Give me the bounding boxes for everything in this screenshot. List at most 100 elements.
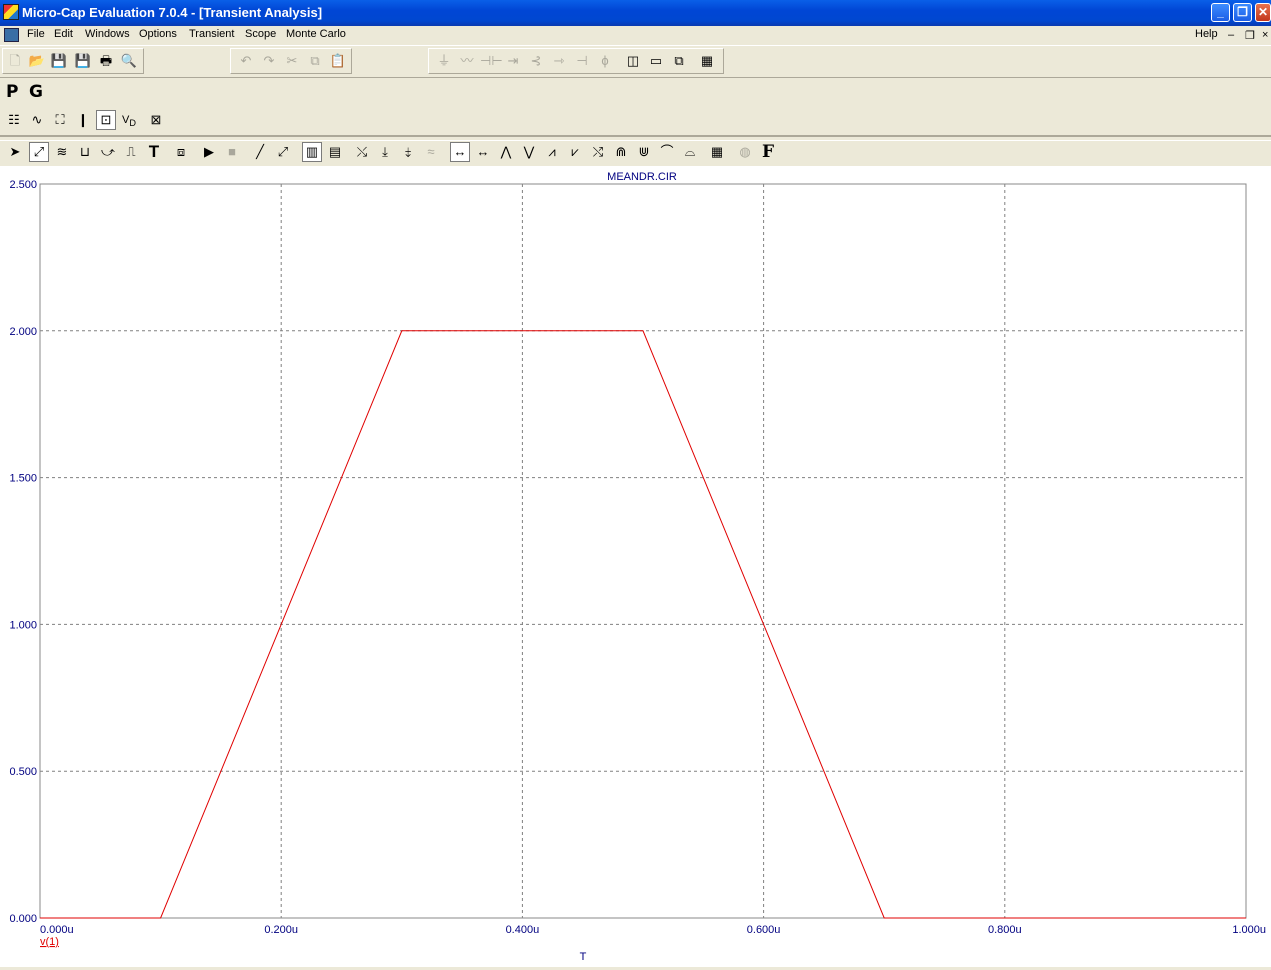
- run-icon[interactable]: ▶: [199, 142, 219, 162]
- paste-icon[interactable]: 📋: [328, 51, 348, 71]
- window-title: Micro-Cap Evaluation 7.0.4 - [Transient …: [22, 5, 323, 20]
- menu-edit[interactable]: Edit: [54, 28, 73, 40]
- grid-horizontal-icon[interactable]: ▤: [325, 142, 345, 162]
- plot-frame: [39, 183, 1247, 919]
- mdi-close-icon[interactable]: ×: [1262, 29, 1268, 41]
- menu-transient[interactable]: Transient: [189, 28, 234, 40]
- calculator-icon[interactable]: ▦: [697, 51, 717, 71]
- menu-scope[interactable]: Scope: [245, 28, 276, 40]
- capacitor-icon[interactable]: ⊣⊢: [480, 51, 503, 71]
- line-tool-icon[interactable]: ╱: [250, 142, 270, 162]
- cut-icon[interactable]: ✂: [282, 51, 302, 71]
- legend-v1[interactable]: v(1): [40, 936, 59, 948]
- page-button[interactable]: P: [6, 82, 18, 102]
- cursor-right-icon[interactable]: ↔: [473, 142, 493, 162]
- scale-icon[interactable]: ⤢: [29, 142, 49, 162]
- x-tick-label: 0.600u: [747, 924, 781, 936]
- copy-icon[interactable]: ⧉: [305, 51, 325, 71]
- global-high-icon[interactable]: ⋒: [611, 142, 631, 162]
- resistor-icon[interactable]: 〰: [457, 51, 477, 71]
- menu-help[interactable]: Help: [1195, 28, 1218, 40]
- transient-plot[interactable]: MEANDR.CIR 0.000 0.500 1.000 1.500 2.000 2.50…: [0, 166, 1271, 967]
- text-tool-icon[interactable]: T: [144, 142, 164, 162]
- wave-dis-icon[interactable]: ≈: [421, 142, 441, 162]
- properties-icon[interactable]: ⧈: [171, 142, 191, 162]
- cursor-left-icon[interactable]: ↔: [450, 142, 470, 162]
- global-low-icon[interactable]: ⋓: [634, 142, 654, 162]
- transistor-icon[interactable]: ⇾: [549, 51, 569, 71]
- stop-icon[interactable]: ■: [222, 142, 242, 162]
- step-icon[interactable]: ⎍: [121, 142, 141, 162]
- waveform-icon[interactable]: ∿: [27, 110, 47, 130]
- wave-compare-icon[interactable]: ≋: [52, 142, 72, 162]
- low-icon[interactable]: ⩗: [565, 142, 585, 162]
- menu-file[interactable]: File: [27, 28, 45, 40]
- select-arrow-icon[interactable]: ➤: [5, 142, 25, 162]
- edit-group: ↶ ↷ ✂ ⧉ 📋: [230, 48, 352, 74]
- title-bar: Micro-Cap Evaluation 7.0.4 - [Transient …: [0, 0, 1271, 26]
- scope-toolbar: ➤ ⤢ ≋ ⊔ ⤻ ⎍ T ⧈ ▶ ■ ╱ ⤢ ▥ ▤ ⤯ ⤓ ⤈ ≈ ↔ ↔ …: [0, 140, 1271, 165]
- zoom-window-icon[interactable]: ⊠: [146, 110, 166, 130]
- mdi-restore-icon[interactable]: ❐: [1245, 29, 1255, 42]
- redo-icon[interactable]: ↷: [259, 51, 279, 71]
- grid-vertical-icon[interactable]: ▥: [302, 142, 322, 162]
- window-icon[interactable]: ▭: [646, 51, 666, 71]
- label-curve-icon[interactable]: ⤯: [352, 142, 372, 162]
- plot-window: MEANDR.CIR 0.000 0.500 1.000 1.500 2.000 2.50…: [0, 166, 1271, 967]
- limits-icon[interactable]: ☷: [4, 110, 24, 130]
- battery-icon[interactable]: ⊣: [572, 51, 592, 71]
- top-icon[interactable]: ⌒: [657, 142, 677, 162]
- mdi-minimize-icon[interactable]: –: [1228, 29, 1234, 41]
- close-button[interactable]: ✕: [1255, 3, 1271, 22]
- high-icon[interactable]: ⩘: [542, 142, 562, 162]
- x-axis-label: T: [580, 951, 587, 963]
- menu-monte-carlo[interactable]: Monte Carlo: [286, 28, 346, 40]
- restore-button[interactable]: ❐: [1233, 3, 1252, 22]
- y-tick-label: 0.000: [9, 913, 37, 925]
- grid-lines: [40, 184, 1246, 918]
- menu-bar: File Edit Windows Options Transient Scop…: [0, 26, 1271, 46]
- inductor-icon[interactable]: ⊰: [526, 51, 546, 71]
- ground-icon[interactable]: ⏚: [434, 51, 454, 71]
- label-horizontal-icon[interactable]: ⤈: [398, 142, 418, 162]
- grid-button[interactable]: G: [29, 82, 43, 102]
- y-axis: 0.000 0.500 1.000 1.500 2.000 2.500: [9, 179, 37, 925]
- arrow-line-icon[interactable]: ⤢: [273, 142, 293, 162]
- bottom-icon[interactable]: ⌓: [680, 142, 700, 162]
- stepping-icon[interactable]: ⛶: [50, 110, 70, 130]
- tile-vertical-icon[interactable]: ◫: [623, 51, 643, 71]
- file-group: 🗋 📂 💾 💾 🖶 🔍: [2, 48, 144, 74]
- bracket-icon[interactable]: ⊔: [75, 142, 95, 162]
- label-point-icon[interactable]: ⤓: [375, 142, 395, 162]
- document-icon[interactable]: [4, 28, 19, 42]
- source-icon[interactable]: ϕ: [595, 51, 615, 71]
- inflection-icon[interactable]: ⤭: [588, 142, 608, 162]
- open-file-icon[interactable]: 📂: [27, 51, 47, 71]
- print-icon[interactable]: 🖶: [96, 51, 116, 71]
- tangent-icon[interactable]: ⤻: [98, 142, 118, 162]
- app-icon[interactable]: [3, 4, 19, 20]
- x-tick-label: 0.000u: [40, 924, 74, 936]
- y-tick-label: 1.000: [9, 619, 37, 631]
- animate-icon[interactable]: ◍: [735, 142, 755, 162]
- x-tick-label: 0.200u: [264, 924, 298, 936]
- plot-icon[interactable]: ⊡: [96, 110, 116, 130]
- font-icon[interactable]: F: [758, 142, 778, 162]
- cascade-icon[interactable]: ⧉: [669, 51, 689, 71]
- undo-icon[interactable]: ↶: [236, 51, 256, 71]
- save-all-icon[interactable]: 💾: [73, 51, 93, 71]
- x-tick-label: 1.000u: [1232, 924, 1266, 936]
- menu-options[interactable]: Options: [139, 28, 177, 40]
- save-icon[interactable]: 💾: [49, 51, 69, 71]
- probe-icon[interactable]: ❙: [73, 110, 93, 130]
- print-preview-icon[interactable]: 🔍: [119, 51, 139, 71]
- valley-icon[interactable]: ⋁: [519, 142, 539, 162]
- diode-icon[interactable]: ⇥: [503, 51, 523, 71]
- peak-icon[interactable]: ⋀: [496, 142, 516, 162]
- new-file-icon[interactable]: 🗋: [5, 51, 25, 71]
- table-icon[interactable]: ▦: [707, 142, 727, 162]
- variables-icon[interactable]: VD: [119, 110, 139, 130]
- menu-windows[interactable]: Windows: [85, 28, 130, 40]
- minimize-button[interactable]: _: [1211, 3, 1230, 22]
- component-group: ⏚ 〰 ⊣⊢ ⇥ ⊰ ⇾ ⊣ ϕ ◫ ▭ ⧉ ▦: [428, 48, 724, 74]
